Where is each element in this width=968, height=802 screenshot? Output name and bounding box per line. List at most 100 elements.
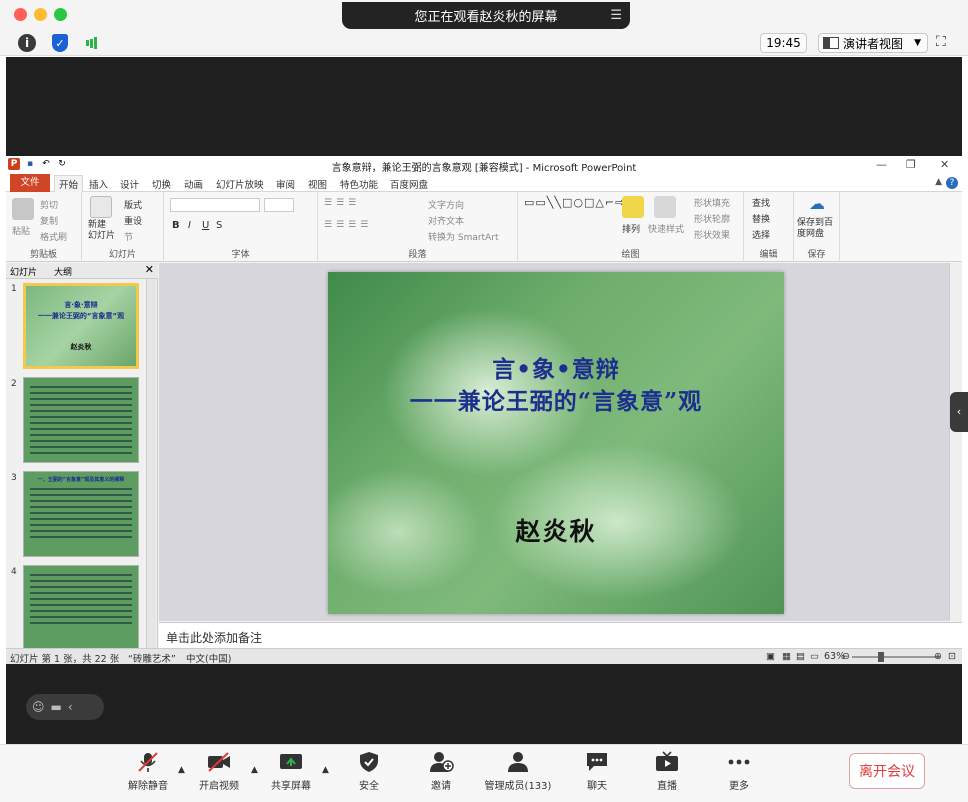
collapse-ribbon-icon[interactable]: ▲ [935,177,942,187]
zoom-out-icon[interactable]: ⊖ [842,651,850,662]
notes-pane[interactable]: 单击此处添加备注 [159,622,962,648]
slide-sorter-icon[interactable]: ▦ [782,651,791,662]
fit-window-icon[interactable]: ⊡ [948,651,956,662]
reaction-bar[interactable]: ☺ ▬ ‹ [26,694,104,720]
format-painter-button[interactable]: 格式刷 [40,230,67,243]
cut-button[interactable]: 剪切 [40,198,58,211]
fullscreen-icon[interactable]: ⛶ [936,35,952,51]
align-text-button[interactable]: 对齐文本 [428,214,464,227]
view-mode-button[interactable]: 演讲者视图 ▼ [818,33,928,53]
new-slide-button[interactable]: 新建 幻灯片 [88,220,115,242]
zoom-slider[interactable] [852,656,940,658]
paste-icon[interactable] [12,198,34,220]
slide-thumb-3[interactable]: 一、王弼的“言象意”观及其意义的阐释 [23,471,139,557]
help-icon[interactable]: ? [946,177,958,189]
font-size-box[interactable] [264,198,294,212]
share-screen-button[interactable]: 共享屏幕 [268,751,314,792]
live-button[interactable]: 直播 [652,751,682,792]
italic-button[interactable]: I [188,220,191,231]
minimize-window-button[interactable] [34,8,47,21]
unmute-button[interactable]: 解除静音 [126,751,170,792]
quick-styles-icon[interactable] [654,196,676,218]
video-options-caret[interactable]: ▲ [251,765,258,775]
signal-strength-icon[interactable] [82,33,102,53]
tab-transitions[interactable]: 切换 [152,177,171,191]
slide-thumb-2[interactable] [23,377,139,463]
info-icon[interactable]: i [18,34,36,52]
shield-icon[interactable]: ✓ [52,34,68,52]
zoom-in-icon[interactable]: ⊕ [934,651,942,662]
share-options-caret[interactable]: ▲ [322,765,329,775]
tab-slides[interactable]: 幻灯片 [10,265,37,278]
leave-meeting-button[interactable]: 离开会议 [849,753,925,789]
more-button[interactable]: 更多 [724,751,754,792]
thumb-title-line1: 言·象·意辩 [64,301,98,309]
tab-slideshow[interactable]: 幻灯片放映 [216,177,264,191]
tab-outline[interactable]: 大纲 [54,265,72,278]
slide-thumb-4[interactable] [23,565,139,648]
restore-icon[interactable]: ❐ [906,158,916,171]
save-baidu-button[interactable]: 保存到百 度网盘 [797,218,833,240]
zoom-slider-thumb[interactable] [878,652,884,662]
panel-expand-handle[interactable]: ‹ [950,392,968,432]
tab-home[interactable]: 开始 [54,175,84,192]
close-window-button[interactable] [14,8,27,21]
start-video-button[interactable]: 开启视频 [197,751,241,792]
audio-options-caret[interactable]: ▲ [178,765,185,775]
bullets-icon[interactable]: ☰☰☰ [324,198,360,208]
baidu-cloud-icon[interactable]: ☁ [806,194,828,216]
tab-file[interactable]: 文件 [10,174,50,192]
tab-features[interactable]: 特色功能 [340,177,378,191]
quick-styles-button[interactable]: 快速样式 [648,222,684,235]
normal-view-icon[interactable]: ▣ [766,651,775,662]
slide-scrollbar[interactable] [949,263,962,621]
bold-button[interactable]: B [172,220,180,231]
text-direction-button[interactable]: 文字方向 [428,198,464,211]
shape-outline-button[interactable]: 形状轮廓 [694,212,730,225]
align-icons[interactable]: ☰☰☰☰ [324,220,372,230]
shape-fill-button[interactable]: 形状填充 [694,196,730,209]
new-slide-icon[interactable] [90,196,112,218]
group-label-clipboard: 剪贴板 [29,250,57,260]
reset-button[interactable]: 重设 [124,214,142,227]
shape-effects-button[interactable]: 形状效果 [694,228,730,241]
chat-bubble-icon[interactable]: ▬ [51,700,62,714]
paste-button[interactable]: 粘贴 [12,224,30,237]
slideshow-icon[interactable]: ▭ [810,651,819,662]
tab-review[interactable]: 审阅 [276,177,295,191]
slide-thumb-1[interactable]: 言·象·意辩 一一兼论王弼的“言象意”观 赵炎秋 [23,283,139,369]
zoom-window-button[interactable] [54,8,67,21]
minimize-icon[interactable]: — [876,158,887,171]
list-menu-icon[interactable]: ☰ [610,8,622,23]
chevron-left-icon[interactable]: ‹ [68,700,73,714]
section-button[interactable]: 节 [124,230,133,243]
arrange-icon[interactable] [622,196,644,218]
tab-animations[interactable]: 动画 [184,177,203,191]
font-name-box[interactable] [170,198,260,212]
current-slide[interactable]: 言•象•意辩 一一兼论王弼的“言象意”观 赵炎秋 [328,272,784,614]
tab-design[interactable]: 设计 [120,177,139,191]
select-button[interactable]: 选择 [752,228,770,241]
close-panel-icon[interactable]: ✕ [145,263,154,276]
layout-button[interactable]: 版式 [124,198,142,211]
security-button[interactable]: 安全 [354,751,384,792]
underline-button[interactable]: U [202,220,209,231]
convert-smartart-button[interactable]: 转换为 SmartArt [428,230,498,243]
replace-button[interactable]: 替换 [752,212,770,225]
participants-button[interactable]: 管理成员(133) [484,751,552,792]
chat-button[interactable]: 聊天 [582,751,612,792]
close-icon[interactable]: ✕ [940,158,949,171]
tab-view[interactable]: 视图 [308,177,327,191]
copy-button[interactable]: 复制 [40,214,58,227]
reading-view-icon[interactable]: ▤ [796,651,805,662]
invite-button[interactable]: 邀请 [426,751,456,792]
strikethrough-button[interactable]: S [216,220,222,231]
find-button[interactable]: 查找 [752,196,770,209]
screen-share-banner[interactable]: 您正在观看赵炎秋的屏幕 ☰ [342,2,630,29]
emoji-icon[interactable]: ☺ [32,700,45,714]
arrange-button[interactable]: 排列 [622,222,640,235]
thumbnail-scrollbar[interactable] [146,279,156,648]
tab-insert[interactable]: 插入 [89,177,108,191]
tab-baidu[interactable]: 百度网盘 [390,177,428,191]
shapes-gallery[interactable]: ▭▭╲╲□○□△⌐⇨▷ [524,196,635,209]
